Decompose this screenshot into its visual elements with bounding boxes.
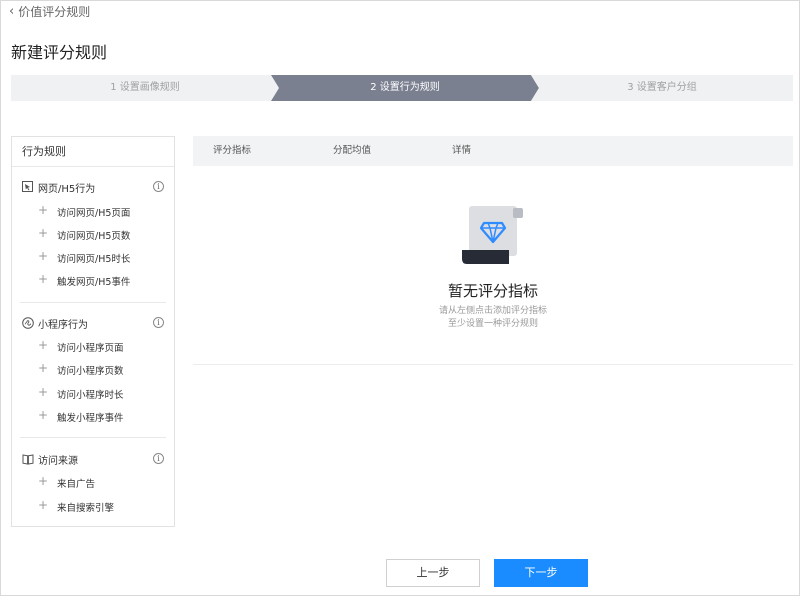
empty-state-hint: 请从左侧点击添加评分指标 <box>438 306 547 316</box>
group-mini-program: 小程序行为 i <box>12 314 174 332</box>
rule-item-label: 来自搜索引擎 <box>57 503 115 514</box>
plus-icon: + <box>38 226 49 240</box>
rule-item[interactable]: + 访问网页/H5时长 <box>12 248 174 266</box>
info-icon[interactable]: i <box>153 181 164 192</box>
rule-item[interactable]: + 访问小程序页面 <box>12 337 174 355</box>
group-label: 小程序行为 <box>38 320 88 331</box>
rule-item-label: 触发小程序事件 <box>57 413 124 424</box>
step-progress: 1 设置画像规则 2 设置行为规则 3 设置客户分组 <box>11 75 793 101</box>
rule-item[interactable]: + 访问小程序页数 <box>12 360 174 378</box>
next-step-button[interactable]: 下一步 <box>494 559 588 587</box>
rule-item-label: 访问小程序页数 <box>57 366 124 377</box>
rule-item[interactable]: + 访问网页/H5页数 <box>12 225 174 243</box>
previous-step-button[interactable]: 上一步 <box>386 559 480 587</box>
rule-item[interactable]: + 触发小程序事件 <box>12 407 174 425</box>
group-visit-source: 访问来源 i <box>12 450 174 468</box>
plus-icon: + <box>38 203 49 217</box>
rule-item-label: 访问小程序时长 <box>57 390 124 401</box>
info-icon[interactable]: i <box>153 453 164 464</box>
panel-title: 行为规则 <box>12 137 174 167</box>
rule-item-label: 访问网页/H5页面 <box>57 208 131 219</box>
plus-icon: + <box>38 408 49 422</box>
plus-icon: + <box>38 249 49 263</box>
rule-item[interactable]: + 来自搜索引擎 <box>12 497 174 515</box>
chevron-left-icon: ‹ <box>9 3 15 19</box>
column-header: 评分指标 <box>213 145 252 156</box>
rule-item[interactable]: + 触发网页/H5事件 <box>12 271 174 289</box>
column-header: 分配均值 <box>333 145 372 156</box>
rule-item-label: 访问小程序页面 <box>57 343 124 354</box>
rule-item[interactable]: + 访问网页/H5页面 <box>12 202 174 220</box>
plus-icon: + <box>38 272 49 286</box>
group-web-h5: 网页/H5行为 i <box>12 178 174 196</box>
group-label: 访问来源 <box>38 456 78 467</box>
rule-item[interactable]: + 来自广告 <box>12 473 174 491</box>
rule-item-label: 触发网页/H5事件 <box>57 277 131 288</box>
plus-icon: + <box>38 338 49 352</box>
rule-item-label: 访问网页/H5时长 <box>57 254 131 265</box>
page-title: 新建评分规则 <box>11 43 108 62</box>
group-label: 网页/H5行为 <box>38 184 96 195</box>
divider <box>20 302 166 303</box>
table-bottom-divider <box>193 364 793 365</box>
mini-program-icon <box>22 317 34 329</box>
empty-state-hint: 至少设置一种评分规则 <box>447 319 538 329</box>
plus-icon: + <box>38 474 49 488</box>
back-link[interactable]: ‹ 价值评分规则 <box>9 3 90 19</box>
plus-icon: + <box>38 498 49 512</box>
behavior-rules-panel: 行为规则 网页/H5行为 i + 访问网页/H5页面 + 访问网页/H5页数 +… <box>11 136 175 527</box>
column-header: 详情 <box>452 145 472 156</box>
divider <box>20 437 166 438</box>
step-1: 1 设置画像规则 <box>110 82 180 93</box>
info-icon[interactable]: i <box>153 317 164 328</box>
score-table-header: 评分指标 分配均值 详情 <box>193 136 793 166</box>
rule-item-label: 来自广告 <box>57 479 96 490</box>
step-3: 3 设置客户分组 <box>627 82 697 93</box>
rule-item[interactable]: + 访问小程序时长 <box>12 384 174 402</box>
plus-icon: + <box>38 385 49 399</box>
back-link-label: 价值评分规则 <box>18 4 91 19</box>
empty-scroll-icon <box>462 206 523 264</box>
book-icon <box>22 454 34 465</box>
step-2: 2 设置行为规则 <box>370 82 440 93</box>
web-pointer-icon <box>22 181 33 192</box>
rule-item-label: 访问网页/H5页数 <box>57 231 131 242</box>
empty-state-title: 暂无评分指标 <box>447 282 538 300</box>
plus-icon: + <box>38 361 49 375</box>
